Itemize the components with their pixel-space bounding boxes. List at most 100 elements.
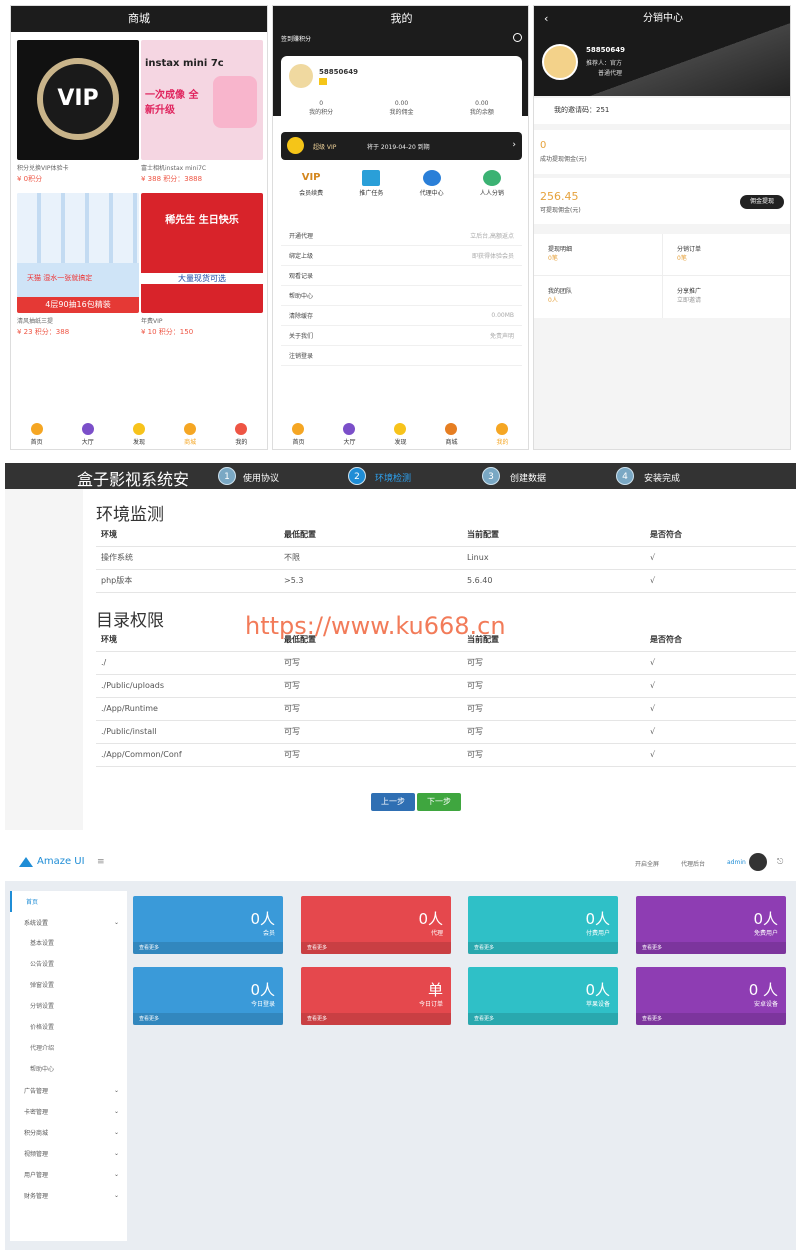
sidebar-sub-help[interactable]: 帮助中心 (10, 1059, 127, 1080)
quick-agent[interactable]: 代理中心 (420, 168, 444, 214)
grid-share[interactable]: 分享推广 立即邀请 (663, 276, 790, 318)
tab-mine[interactable]: 我的 (496, 422, 509, 446)
stat-card-today-orders[interactable]: 单今日订单 查看更多 (301, 967, 451, 1025)
sidebar-sub-notice[interactable]: 公告设置 (10, 954, 127, 975)
product-image: 稀先生 生日快乐 大量现货可选 (141, 193, 263, 313)
quick-task[interactable]: 推广任务 (359, 168, 383, 214)
quick-distribution[interactable]: 人人分销 (480, 168, 504, 214)
menu-toggle-icon[interactable]: ≡ (97, 857, 105, 867)
sidebar-sub-popup[interactable]: 弹窗设置 (10, 975, 127, 996)
menu-logout[interactable]: 注销登录 (281, 346, 522, 366)
bottom-tab-bar: 首页 大厅 发现 商城 我的 (11, 419, 267, 449)
menu-open-agent[interactable]: 开通代理 立后台,高额返点 (281, 226, 522, 246)
env-title: 环境监测 (96, 505, 164, 525)
settings-icon[interactable] (513, 33, 522, 42)
hall-icon (81, 422, 94, 435)
product-card[interactable]: 天猫 湿水一张就搞定 4层90抽16包精装 清风抽纸三提 ¥ 23 积分：388 (17, 193, 139, 337)
agent-icon (422, 170, 441, 186)
mine-menu: 开通代理 立后台,高额返点 绑定上级 即获得体验会员 观看记录 帮助中心 清除缓存 0… (281, 226, 522, 366)
user-id: 58850649 (586, 46, 625, 54)
success-block: 0 成功提现佣金(元) (534, 130, 790, 174)
sidebar-sub-basic[interactable]: 基本设置 (10, 933, 127, 954)
product-card[interactable]: instax mini 7c 一次成像 全新升级 富士相机instax mini… (141, 40, 263, 184)
tab-hall[interactable]: 大厅 (343, 422, 356, 446)
grid-team[interactable]: 我的团队 0人 (534, 276, 663, 318)
sidebar-item-home[interactable]: 首页 (10, 891, 127, 912)
admin-user[interactable]: admin (727, 859, 746, 866)
vip-banner[interactable]: 超级 VIP 将于 2019-04-20 到期 › (281, 132, 522, 160)
step-1-circle: 1 (218, 467, 236, 485)
stat-card-members[interactable]: 0人 会员 查看更多 (133, 896, 283, 954)
grid-orders[interactable]: 分销订单 0笔 (663, 234, 790, 276)
available-label: 可提现佣金(元) (540, 207, 581, 214)
stat-commission[interactable]: 0.00 我的佣金 (389, 100, 413, 116)
tab-discover[interactable]: 发现 (394, 422, 407, 446)
logout-icon[interactable]: ⎋ (777, 857, 783, 867)
sidebar-item-cards[interactable]: 卡密管理 ⌄ (10, 1101, 127, 1122)
menu-history[interactable]: 观看记录 (281, 266, 522, 286)
stat-balance[interactable]: 0.00 我的余额 (470, 100, 494, 116)
sidebar-item-system[interactable]: 系统设置 ⌄ (10, 912, 127, 933)
stat-card-paid-users[interactable]: 0人 付费用户 查看更多 (468, 896, 618, 954)
step-4-circle: 4 (616, 467, 634, 485)
camera-icon (213, 76, 257, 128)
tab-home[interactable]: 首页 (292, 422, 305, 446)
stat-card-android-devices[interactable]: 0 人安卓设备 查看更多 (636, 967, 786, 1025)
table-row: ./可写 可写 √ (96, 651, 796, 675)
stat-card-free-users[interactable]: 0人 免费用户 查看更多 (636, 896, 786, 954)
home-icon (30, 422, 43, 435)
sidebar-sub-price[interactable]: 价格设置 (10, 1017, 127, 1038)
install-brand: 盒子影视系统安 (77, 470, 190, 489)
chevron-down-icon: ⌄ (113, 1108, 119, 1115)
sidebar-sub-agent-intro[interactable]: 代理介绍 (10, 1038, 127, 1059)
discover-icon (394, 422, 407, 435)
tab-hall[interactable]: 大厅 (81, 422, 94, 446)
vip-expire: 将于 2019-04-20 到期 (367, 144, 430, 151)
distribution-screen: ‹ 分销中心 58850649 推荐人：官方 普通代理 我的邀请码：251 0 … (533, 5, 791, 450)
stat-card-today-login[interactable]: 0人 今日登录 查看更多 (133, 967, 283, 1025)
sidebar-sub-distribution[interactable]: 分销设置 (10, 996, 127, 1017)
menu-about[interactable]: 关于我们 免责声明 (281, 326, 522, 346)
chevron-down-icon: ⌄ (113, 1129, 119, 1136)
dist-grid: 提现明细 0笔 分销订单 0笔 我的团队 0人 分享推广 立即邀请 (534, 234, 790, 318)
sidebar-item-points-mall[interactable]: 积分商城 ⌄ (10, 1122, 127, 1143)
sidebar-item-video[interactable]: 视频管理 ⌄ (10, 1143, 127, 1164)
stat-points[interactable]: 0 我的积分 (309, 100, 333, 116)
available-value: 256.45 (540, 190, 579, 203)
step-4-label: 安装完成 (644, 474, 681, 484)
avatar[interactable] (749, 853, 767, 871)
withdraw-button[interactable]: 佣金提现 (740, 195, 784, 209)
tab-mine[interactable]: 我的 (235, 422, 247, 446)
prev-step-button[interactable]: 上一步 (371, 793, 415, 811)
mine-title: 我的 (390, 12, 413, 25)
fullscreen-button[interactable]: 开启全屏 (635, 859, 659, 868)
stat-card-agents[interactable]: 0人 代理 查看更多 (301, 896, 451, 954)
next-step-button[interactable]: 下一步 (417, 793, 461, 811)
agent-backend-link[interactable]: 代理后台 (681, 859, 705, 868)
avatar (542, 44, 578, 80)
product-card[interactable]: VIP 积分兑换VIP体验卡 ¥ 0积分 (17, 40, 139, 184)
quick-renew[interactable]: VIP 会员续费 (299, 168, 323, 214)
mall-screen: 商城 VIP 积分兑换VIP体验卡 ¥ 0积分 instax mini 7c 一… (10, 5, 268, 450)
available-block: 256.45 可提现佣金(元) 佣金提现 (534, 178, 790, 224)
sidebar-item-finance[interactable]: 财务管理 ⌄ (10, 1185, 127, 1206)
product-image-sub: 天猫 湿水一张就搞定 (27, 274, 93, 282)
sidebar-item-users[interactable]: 用户管理 ⌄ (10, 1164, 127, 1185)
product-name: 清风抽纸三提 (17, 318, 54, 325)
stat-card-ios-devices[interactable]: 0人 苹果设备 查看更多 (468, 967, 618, 1025)
quick-actions: VIP 会员续费 推广任务 代理中心 人人分销 (281, 168, 522, 214)
signin-link[interactable]: 签到赚积分 (281, 34, 311, 43)
vip-badge-icon: VIP (37, 58, 119, 140)
tab-home[interactable]: 首页 (30, 422, 43, 446)
menu-help[interactable]: 帮助中心 (281, 286, 522, 306)
menu-bind-superior[interactable]: 绑定上级 即获得体验会员 (281, 246, 522, 266)
menu-clear-cache[interactable]: 清除缓存 0.00MB (281, 306, 522, 326)
vip-icon: VIP (301, 172, 321, 183)
hall-icon (343, 422, 356, 435)
grid-withdraw-detail[interactable]: 提现明细 0笔 (534, 234, 663, 276)
tab-mall[interactable]: 商城 (184, 422, 196, 446)
tab-mall[interactable]: 商城 (445, 422, 458, 446)
product-card[interactable]: 稀先生 生日快乐 大量现货可选 年费VIP ¥ 10 积分：150 (141, 193, 263, 337)
sidebar-item-ads[interactable]: 广告管理 ⌄ (10, 1080, 127, 1101)
tab-discover[interactable]: 发现 (132, 422, 145, 446)
